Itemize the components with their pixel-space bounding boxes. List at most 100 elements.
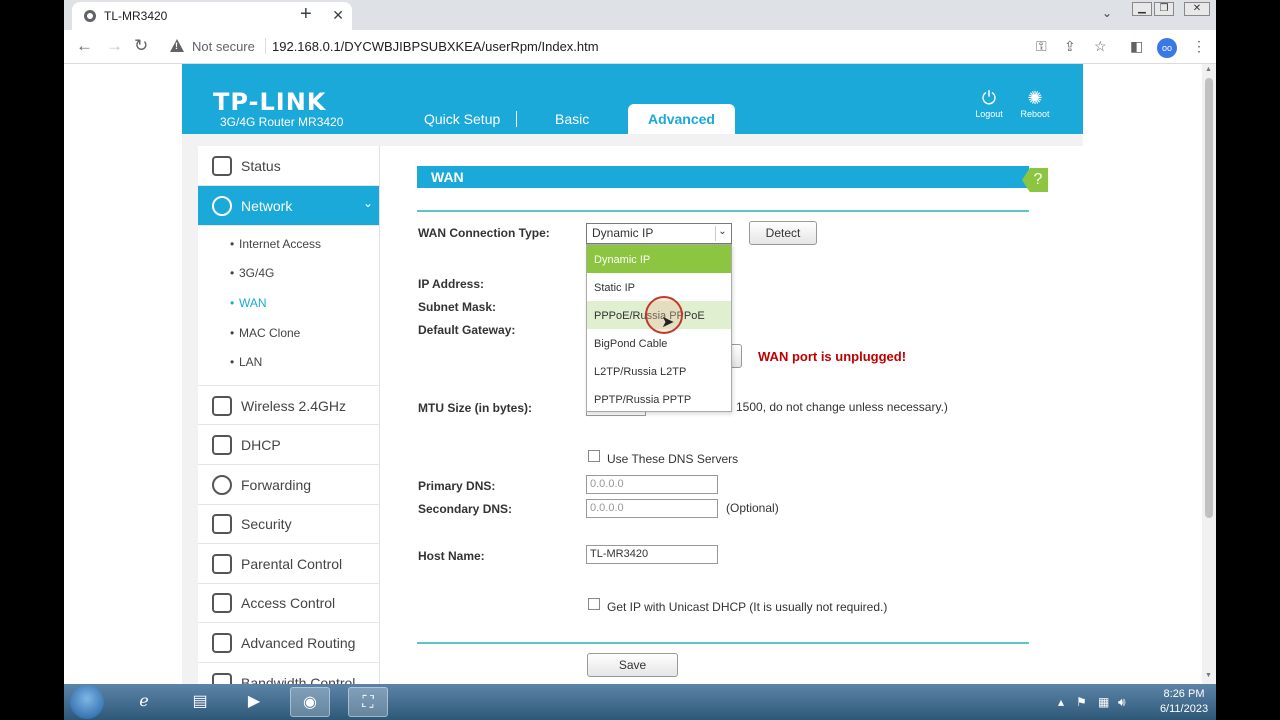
unicast-dhcp-label: Get IP with Unicast DHCP (It is usually … [607, 600, 888, 614]
minimize-button[interactable]: ▁ [1132, 2, 1152, 16]
address-bar[interactable]: Not secure 192.168.0.1/DYCWBJIBPSUBXKEA/… [162, 34, 1132, 60]
sidebar: Status Network ⌄ Internet Access 3G/4G W… [198, 146, 380, 703]
subnet-mask-label: Subnet Mask: [418, 300, 497, 314]
profile-avatar[interactable]: oo [1157, 38, 1177, 58]
option-l2tp[interactable]: L2TP/Russia L2TP [587, 357, 731, 385]
chrome-icon[interactable]: ◉ [290, 687, 330, 717]
wan-connection-type-select[interactable]: Dynamic IP ⌄ [586, 223, 732, 244]
wan-unplugged-warning: WAN port is unplugged! [758, 349, 907, 364]
sidebar-item-status[interactable]: Status [198, 146, 379, 186]
warning-icon [170, 39, 184, 52]
tab-search-icon[interactable]: ⌄ [1102, 6, 1112, 20]
sidebar-item-security[interactable]: Security [198, 504, 379, 544]
sidebar-item-access-control[interactable]: Access Control [198, 583, 379, 623]
mtu-hint: 1500, do not change unless necessary.) [736, 400, 948, 414]
scroll-up-arrow-icon[interactable]: ▲ [1205, 66, 1212, 73]
detect-button[interactable]: Detect [749, 221, 817, 245]
new-tab-button[interactable]: + [300, 3, 312, 26]
host-name-label: Host Name: [418, 549, 485, 563]
menu-icon[interactable]: ⋮ [1192, 38, 1206, 55]
ie-icon[interactable]: ℯ [124, 687, 164, 717]
routing-icon [212, 633, 232, 653]
reboot-button[interactable]: ✺ Reboot [1015, 89, 1055, 119]
option-dynamic-ip[interactable]: Dynamic IP [587, 245, 731, 273]
save-button[interactable]: Save [587, 653, 678, 677]
url-divider [265, 38, 266, 54]
screen-capture-icon[interactable]: ⛶ [348, 687, 388, 717]
section-header: WAN [417, 166, 1029, 188]
forwarding-icon [212, 475, 232, 495]
unicast-dhcp-checkbox[interactable] [588, 598, 600, 610]
tplink-logo: TP-LINK [213, 88, 327, 116]
primary-dns-label: Primary DNS: [418, 479, 496, 493]
star-icon[interactable]: ☆ [1094, 38, 1107, 55]
side-panel-icon[interactable]: ◧ [1130, 38, 1143, 55]
default-gateway-label: Default Gateway: [418, 323, 516, 337]
forward-arrow-icon[interactable]: → [106, 36, 123, 56]
secondary-dns-input[interactable]: 0.0.0.0 [586, 499, 718, 518]
router-header: TP-LINK 3G/4G Router MR3420 Quick Setup … [182, 64, 1083, 134]
nav-basic[interactable]: Basic [555, 111, 589, 127]
secondary-dns-label: Secondary DNS: [418, 502, 513, 516]
page-title: WAN [431, 169, 464, 185]
subnav-internet-access[interactable]: Internet Access [230, 237, 321, 251]
close-window-button[interactable]: ✕ [1184, 2, 1210, 16]
subnav-3g-4g[interactable]: 3G/4G [230, 266, 274, 280]
sidebar-item-network[interactable]: Network ⌄ [198, 186, 379, 226]
system-clock[interactable]: 8:26 PM 6/11/2023 [1157, 687, 1211, 717]
logout-button[interactable]: ⏻ Logout [969, 89, 1009, 119]
share-icon[interactable]: ⇪ [1064, 38, 1076, 55]
scroll-thumb[interactable] [1205, 78, 1213, 518]
reload-icon[interactable]: ↻ [134, 36, 148, 56]
windows-taskbar: ℯ ▤ ▶ ◉ ⛶ ▴ ⚑ ▦ 🔊︎ 8:26 PM 6/11/2023 [64, 684, 1216, 720]
status-icon [212, 156, 232, 176]
option-pptp[interactable]: PPTP/Russia PPTP [587, 385, 731, 413]
user-icon [212, 593, 232, 613]
optional-note: (Optional) [726, 501, 779, 515]
divider-bottom [417, 642, 1029, 644]
key-icon[interactable]: ⚿ [1036, 38, 1047, 55]
show-hidden-icons[interactable]: ▴ [1058, 695, 1064, 709]
action-center-icon[interactable]: ⚑ [1076, 695, 1087, 709]
media-player-icon[interactable]: ▶ [234, 687, 274, 717]
security-indicator[interactable]: Not secure [192, 39, 255, 54]
mouse-pointer-icon: ➤ [661, 314, 675, 331]
sidebar-item-forwarding[interactable]: Forwarding [198, 465, 379, 505]
use-dns-checkbox[interactable] [588, 450, 600, 462]
nav-divider [516, 111, 517, 127]
nav-advanced[interactable]: Advanced [628, 104, 735, 134]
divider-top [417, 210, 1029, 212]
close-tab-icon[interactable]: ✕ [332, 7, 344, 24]
primary-dns-input[interactable]: 0.0.0.0 [586, 475, 718, 494]
wan-connection-type-label: WAN Connection Type: [418, 226, 550, 240]
sidebar-item-advanced-routing[interactable]: Advanced Routing [198, 623, 379, 663]
subnav-wan[interactable]: WAN [230, 296, 266, 310]
sidebar-item-parental-control[interactable]: Parental Control [198, 544, 379, 584]
sidebar-item-dhcp[interactable]: DHCP [198, 425, 379, 465]
clock-time: 8:26 PM [1163, 688, 1205, 700]
back-arrow-icon[interactable]: ← [76, 36, 93, 56]
folder-icon[interactable]: ▤ [180, 687, 220, 717]
maximize-button[interactable]: ❐ [1154, 2, 1174, 16]
volume-icon[interactable]: 🔊︎ [1118, 695, 1126, 710]
family-icon [212, 554, 232, 574]
wireless-icon [212, 396, 232, 416]
nav-quick-setup[interactable]: Quick Setup [424, 111, 500, 127]
sidebar-item-wireless[interactable]: Wireless 2.4GHz [198, 385, 379, 425]
network-icon[interactable]: ▦ [1098, 695, 1109, 709]
url-text[interactable]: 192.168.0.1/DYCWBJIBPSUBXKEA/userRpm/Ind… [272, 39, 599, 54]
subnav-mac-clone[interactable]: MAC Clone [230, 326, 300, 340]
tab-strip: TL-MR3420 ✕ + ⌄ ▁ ❐ ✕ [64, 0, 1216, 30]
start-button[interactable] [70, 685, 104, 719]
use-dns-label: Use These DNS Servers [607, 452, 739, 466]
globe-icon [212, 196, 232, 216]
subnav-lan[interactable]: LAN [230, 355, 262, 369]
browser-toolbar: ← → ↻ Not secure 192.168.0.1/DYCWBJIBPSU… [64, 30, 1216, 64]
mtu-size-label: MTU Size (in bytes): [418, 401, 533, 415]
scroll-down-arrow-icon[interactable]: ▼ [1205, 672, 1212, 679]
host-name-input[interactable]: TL-MR3420 [586, 545, 718, 564]
tab-title: TL-MR3420 [104, 9, 168, 23]
router-model: 3G/4G Router MR3420 [220, 115, 344, 129]
page-scrollbar[interactable]: ▲ ▼ [1202, 64, 1216, 684]
power-icon: ⏻ [981, 88, 997, 108]
